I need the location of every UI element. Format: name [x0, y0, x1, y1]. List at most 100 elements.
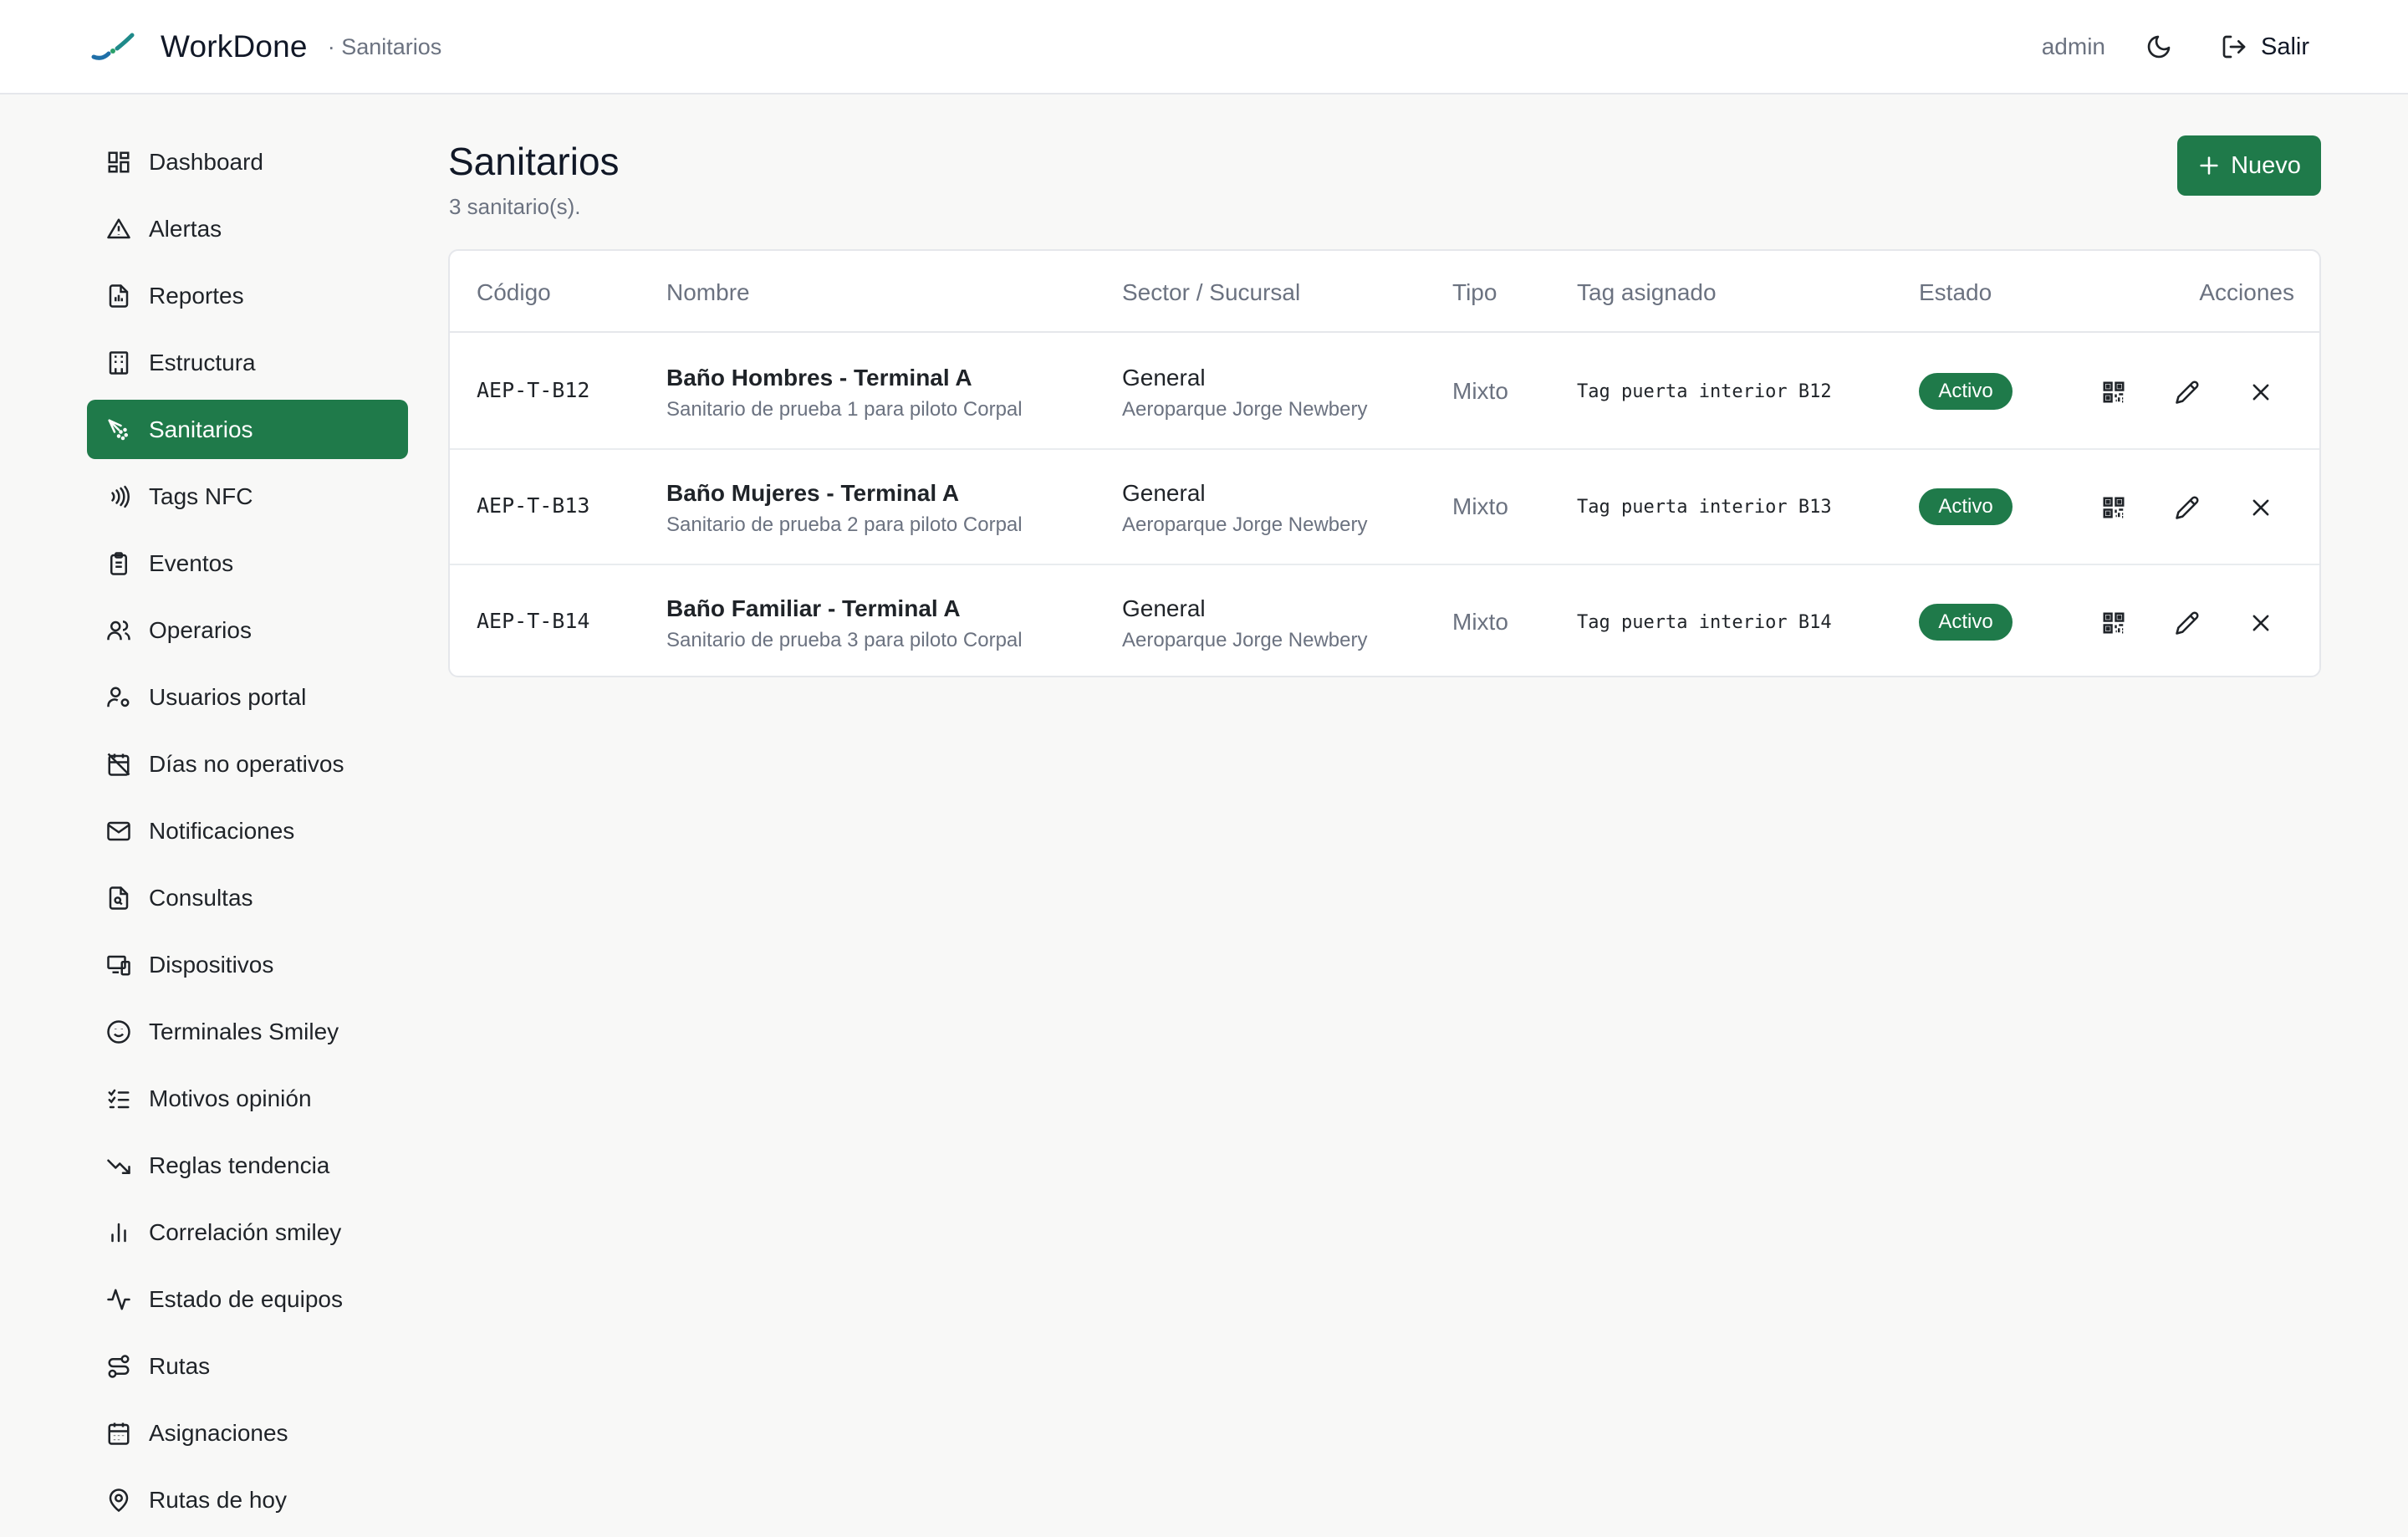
sidebar-item-label: Eventos: [149, 549, 234, 576]
nfc-icon: [105, 483, 132, 510]
status-badge: Activo: [1919, 604, 2013, 641]
sidebar-item-label: Dashboard: [149, 148, 263, 175]
status-badge: Activo: [1919, 488, 2013, 525]
sidebar-item-label: Reportes: [149, 282, 244, 309]
edit-button[interactable]: [2171, 606, 2204, 640]
sidebar-item-consultas[interactable]: Consultas: [87, 868, 408, 927]
column-header-estado[interactable]: Estado: [1919, 279, 1992, 306]
table-header: Código Nombre Sector / Sucursal Tipo Tag…: [450, 251, 2319, 333]
row-tag: Tag puerta interior B13: [1577, 497, 1832, 518]
sidebar-item-estructura[interactable]: Estructura: [87, 333, 408, 392]
sidebar-item-estado-de-equipos[interactable]: Estado de equipos: [87, 1269, 408, 1329]
qr-code-button[interactable]: [2097, 606, 2130, 640]
logout-button[interactable]: Salir: [2221, 33, 2309, 61]
mail-icon: [105, 818, 132, 845]
column-header-tipo[interactable]: Tipo: [1452, 279, 1497, 306]
qr-code-icon: [2103, 612, 2125, 634]
row-code: AEP-T-B12: [477, 378, 590, 402]
calendar-icon: [105, 1420, 132, 1447]
row-description: Sanitario de prueba 1 para piloto Corpal: [666, 398, 1023, 421]
column-header-tag[interactable]: Tag asignado: [1577, 279, 1717, 306]
delete-button[interactable]: [2244, 606, 2278, 640]
sidebar-item-dispositivos[interactable]: Dispositivos: [87, 935, 408, 994]
brand[interactable]: WorkDone · Sanitarios: [90, 25, 441, 69]
sidebar-item-label: Rutas: [149, 1352, 211, 1379]
route-icon: [105, 1353, 132, 1380]
sidebar-item-reportes[interactable]: Reportes: [87, 266, 408, 325]
row-code: AEP-T-B13: [477, 493, 590, 518]
brand-logo-icon: [91, 33, 135, 60]
top-bar: WorkDone · Sanitarios admin Salir: [0, 0, 2408, 94]
sidebar-item-label: Sanitarios: [149, 416, 253, 442]
close-icon: [2252, 499, 2269, 516]
sidebar-item-sanitarios[interactable]: Sanitarios: [87, 400, 408, 459]
sidebar-item-label: Operarios: [149, 616, 252, 643]
user-cog-icon: [105, 684, 132, 711]
pencil-icon: [2176, 496, 2199, 519]
table-row: AEP-T-B13 Baño Mujeres - Terminal A Sani…: [450, 450, 2319, 565]
row-tag: Tag puerta interior B14: [1577, 612, 1832, 633]
column-header-sector[interactable]: Sector / Sucursal: [1122, 279, 1300, 306]
edit-button[interactable]: [2171, 375, 2204, 409]
row-sector: General: [1122, 595, 1206, 621]
sidebar-item-dias-no-operativos[interactable]: Días no operativos: [87, 734, 408, 794]
qr-code-button[interactable]: [2097, 491, 2130, 524]
page-title: Sanitarios: [448, 140, 620, 183]
sidebar-item-eventos[interactable]: Eventos: [87, 534, 408, 593]
activity-icon: [105, 1286, 132, 1313]
clipboard-icon: [105, 550, 132, 577]
sidebar-item-terminales-smiley[interactable]: Terminales Smiley: [87, 1002, 408, 1061]
row-branch: Aeroparque Jorge Newbery: [1122, 629, 1368, 651]
sidebar-item-label: Tags NFC: [149, 483, 253, 509]
top-right-controls: admin Salir: [2042, 25, 2309, 69]
sidebar-item-operarios[interactable]: Operarios: [87, 600, 408, 660]
page-subtitle: 3 sanitario(s).: [449, 194, 581, 219]
users-icon: [105, 617, 132, 644]
new-button-label: Nuevo: [2231, 151, 2301, 179]
smiley-icon: [105, 1019, 132, 1045]
report-file-icon: [105, 283, 132, 309]
sidebar-item-label: Estado de equipos: [149, 1285, 343, 1312]
sidebar-item-asignaciones[interactable]: Asignaciones: [87, 1403, 408, 1463]
delete-button[interactable]: [2244, 375, 2278, 409]
sidebar-item-label: Asignaciones: [149, 1419, 288, 1446]
sidebar-item-label: Reglas tendencia: [149, 1151, 330, 1178]
alert-triangle-icon: [105, 216, 132, 243]
sidebar-item-rutas-de-hoy[interactable]: Rutas de hoy: [87, 1470, 408, 1529]
sidebar-item-label: Alertas: [149, 215, 222, 242]
logout-label: Salir: [2260, 33, 2309, 60]
delete-button[interactable]: [2244, 491, 2278, 524]
column-header-nombre[interactable]: Nombre: [666, 279, 750, 306]
sidebar-item-tags-nfc[interactable]: Tags NFC: [87, 467, 408, 526]
sidebar-item-alertas[interactable]: Alertas: [87, 199, 408, 258]
row-name: Baño Familiar - Terminal A: [666, 595, 961, 621]
sidebar-item-label: Terminales Smiley: [149, 1018, 339, 1044]
map-pin-icon: [105, 1487, 132, 1514]
table-row: AEP-T-B14 Baño Familiar - Terminal A San…: [450, 565, 2319, 676]
row-branch: Aeroparque Jorge Newbery: [1122, 398, 1368, 421]
sidebar-item-label: Consultas: [149, 884, 253, 911]
bar-chart-icon: [105, 1219, 132, 1246]
row-tipo: Mixto: [1452, 378, 1508, 404]
moon-icon: [2147, 35, 2171, 59]
sidebar-item-label: Estructura: [149, 349, 256, 375]
sidebar-item-correlacion-smiley[interactable]: Correlación smiley: [87, 1203, 408, 1262]
qr-code-button[interactable]: [2097, 375, 2130, 409]
list-checks-icon: [105, 1085, 132, 1112]
devices-icon: [105, 952, 132, 978]
edit-button[interactable]: [2171, 491, 2204, 524]
sidebar-item-notificaciones[interactable]: Notificaciones: [87, 801, 408, 860]
sidebar-item-rutas[interactable]: Rutas: [87, 1336, 408, 1396]
row-sector: General: [1122, 365, 1206, 391]
sidebar-item-motivos-opinion[interactable]: Motivos opinión: [87, 1069, 408, 1128]
sidebar-item-usuarios-portal[interactable]: Usuarios portal: [87, 667, 408, 727]
sidebar-item-label: Dispositivos: [149, 951, 274, 978]
theme-toggle-button[interactable]: [2142, 30, 2176, 64]
status-badge: Activo: [1919, 373, 2013, 410]
qr-code-icon: [2103, 381, 2125, 403]
column-header-codigo[interactable]: Código: [477, 279, 551, 306]
sidebar-item-dashboard[interactable]: Dashboard: [87, 132, 408, 191]
new-sanitario-button[interactable]: Nuevo: [2177, 135, 2321, 196]
sidebar-item-reglas-tendencia[interactable]: Reglas tendencia: [87, 1136, 408, 1195]
sidebar-item-label: Días no operativos: [149, 750, 344, 777]
